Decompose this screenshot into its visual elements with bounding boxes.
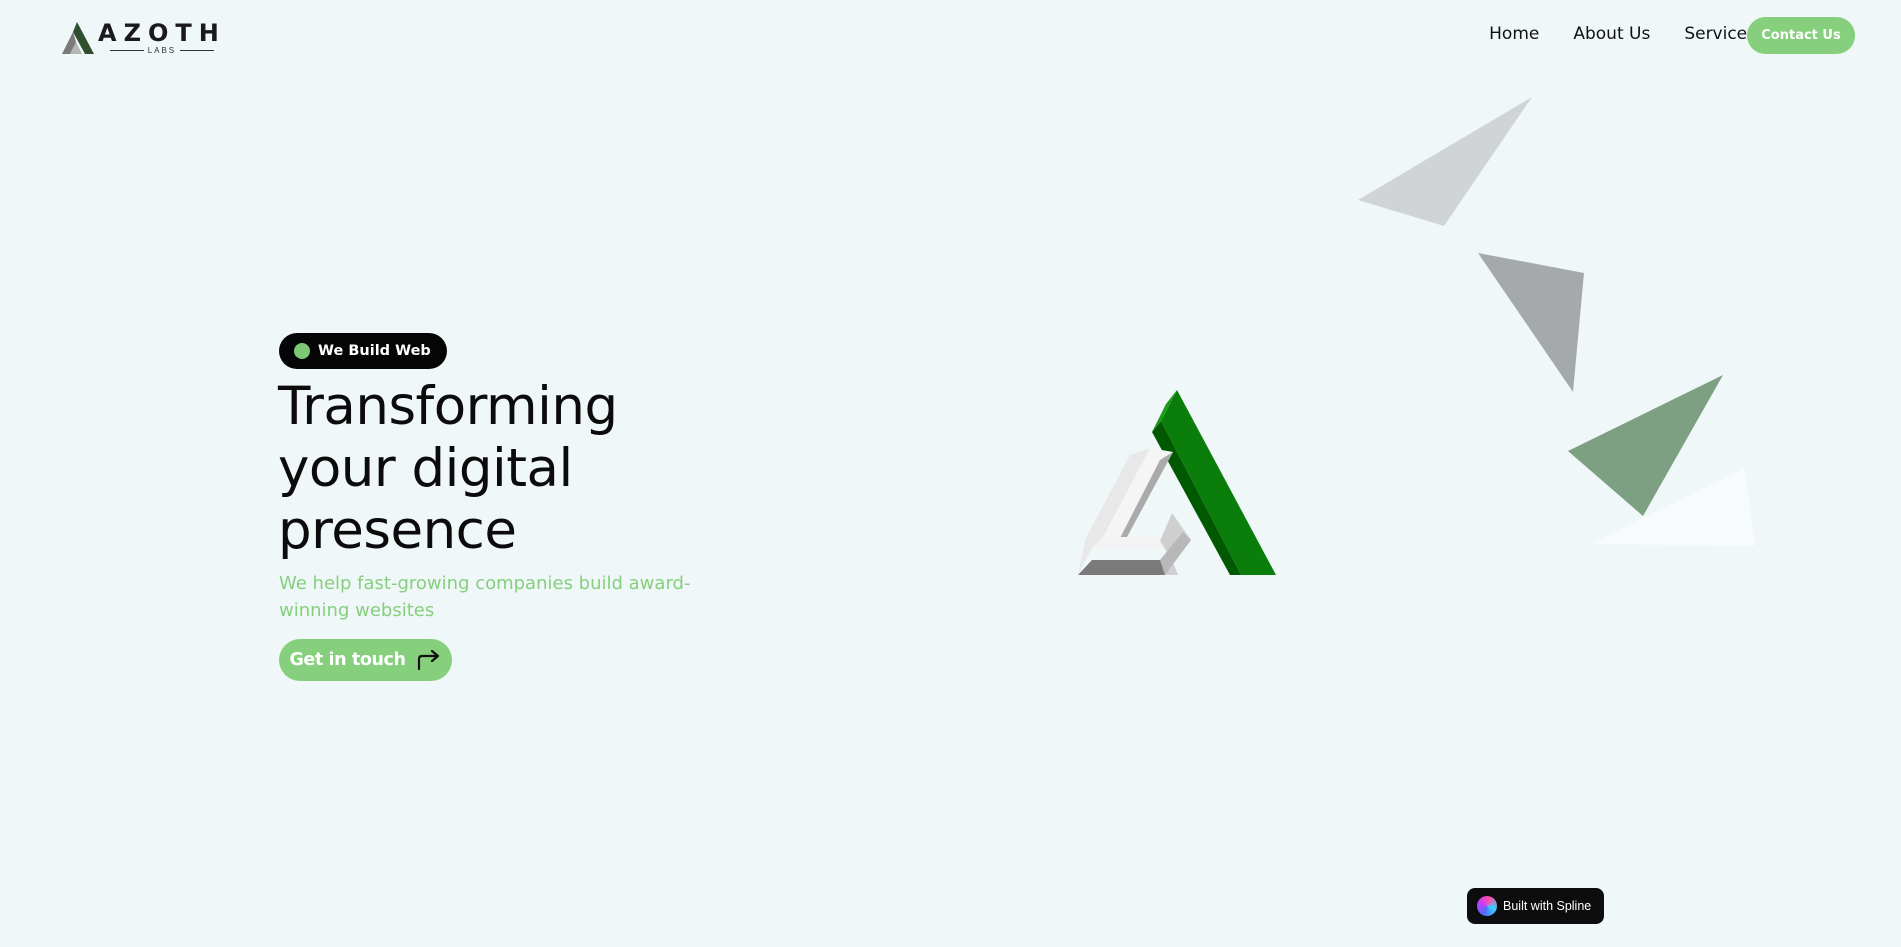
nav-about-us[interactable]: About Us	[1573, 24, 1650, 44]
brand-sub: LABS	[147, 46, 177, 55]
get-in-touch-button[interactable]: Get in touch	[279, 639, 452, 681]
shard-sage-green	[1568, 375, 1723, 516]
get-in-touch-label: Get in touch	[289, 650, 406, 670]
hero-badge: We Build Web	[279, 333, 447, 369]
green-dot-icon	[294, 343, 310, 359]
brand-name: AZOTH	[98, 19, 226, 47]
headline-line-3: presence	[278, 500, 517, 561]
hero-badge-label: We Build Web	[318, 343, 431, 359]
divider	[109, 50, 144, 51]
brand-logo[interactable]: AZOTH LABS	[60, 20, 219, 56]
headline-line-2: your digital	[278, 438, 573, 499]
contact-us-button[interactable]: Contact Us	[1747, 17, 1855, 54]
brand-wordmark: AZOTH LABS	[98, 21, 226, 55]
main-nav: Home About Us Services	[1489, 22, 1756, 46]
brand-sub-row: LABS	[109, 46, 215, 55]
divider	[180, 50, 215, 51]
shard-mid-gray	[1478, 253, 1584, 392]
headline-line-1: Transforming	[278, 376, 618, 437]
shard-white	[1590, 468, 1755, 546]
spline-logo-icon	[1477, 896, 1497, 916]
shard-light-gray	[1358, 97, 1532, 226]
azoth-3d-logo	[1078, 390, 1276, 575]
azoth-logo-icon	[62, 22, 94, 54]
hero-headline: Transforming your digital presence	[278, 376, 698, 562]
nav-services[interactable]: Services	[1684, 24, 1756, 44]
hero-subheading: We help fast-growing companies build awa…	[279, 573, 691, 621]
built-with-spline-badge[interactable]: Built with Spline	[1467, 888, 1604, 924]
nav-home[interactable]: Home	[1489, 24, 1539, 44]
built-with-spline-label: Built with Spline	[1503, 899, 1592, 913]
turn-right-arrow-icon	[417, 649, 439, 671]
